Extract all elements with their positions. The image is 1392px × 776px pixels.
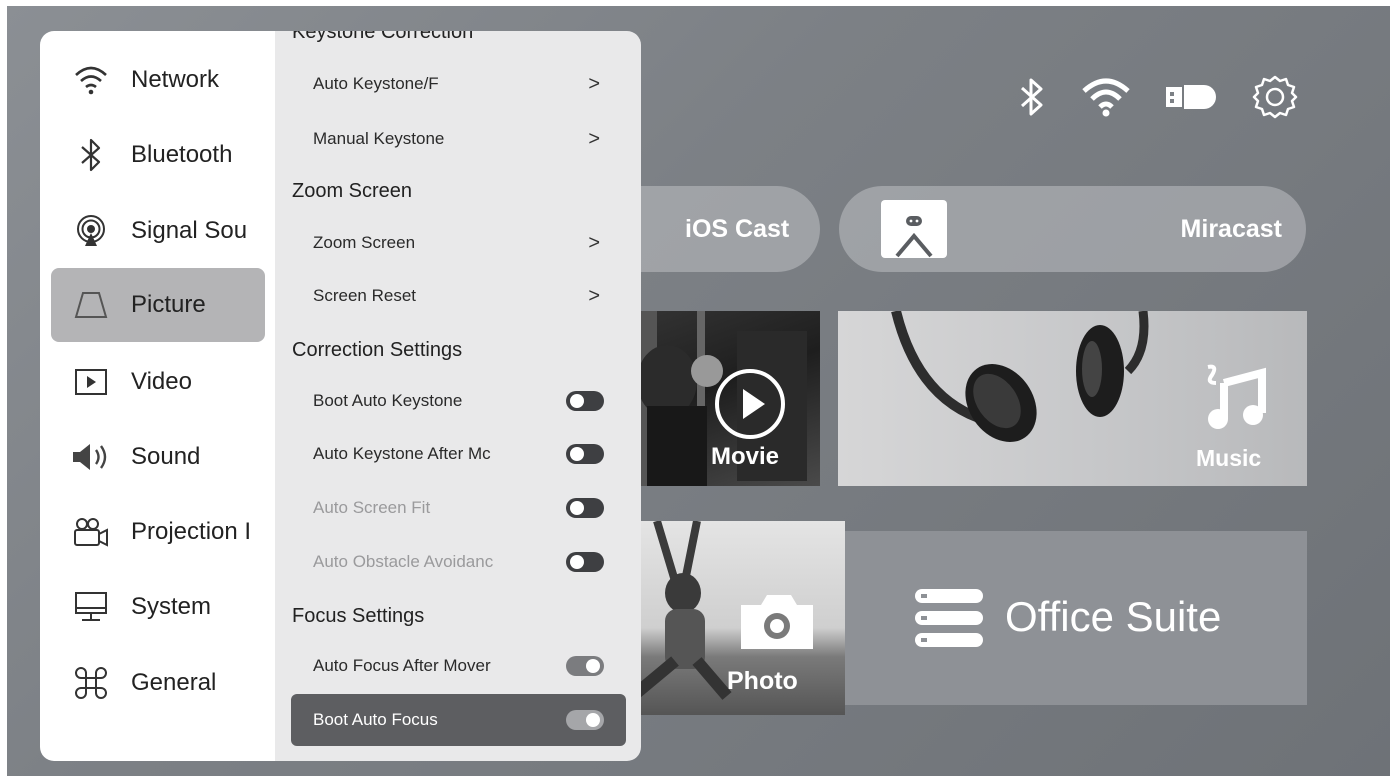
auto-focus-after-move-toggle[interactable]: [566, 656, 604, 676]
auto-focus-after-move-label: Auto Focus After Mover: [313, 656, 491, 675]
sidebar-item-label: Network: [131, 66, 220, 93]
auto-keystone-label: Auto Keystone/F: [313, 74, 439, 93]
screen-reset-row[interactable]: Screen Reset >: [291, 270, 626, 322]
play-icon: [715, 369, 785, 439]
zoom-screen-label: Zoom Screen: [313, 233, 416, 252]
sidebar-item-system[interactable]: System: [51, 570, 265, 644]
auto-focus-after-move-row[interactable]: Auto Focus After Mover: [291, 640, 626, 692]
office-suite-label: Office Suite: [1005, 593, 1222, 640]
sidebar-item-sound[interactable]: Sound: [51, 420, 265, 494]
sidebar-item-general[interactable]: General: [51, 646, 265, 720]
sidebar-item-label: Sound: [131, 443, 201, 470]
boot-auto-keystone-toggle[interactable]: [566, 391, 604, 411]
auto-screen-fit-label: Auto Screen Fit: [313, 498, 431, 517]
speaker-icon: [63, 442, 119, 472]
manual-keystone-label: Manual Keystone: [313, 129, 445, 148]
miracast-button[interactable]: Miracast: [839, 186, 1306, 272]
chevron-right-icon: >: [588, 284, 600, 307]
photo-label: Photo: [727, 667, 798, 695]
focus-settings-heading: Focus Settings: [292, 605, 425, 627]
manual-keystone-row[interactable]: Manual Keystone >: [291, 113, 626, 165]
miracast-icon: [881, 200, 947, 258]
auto-screen-fit-row[interactable]: Auto Screen Fit: [291, 482, 626, 534]
office-stack-icon: [911, 587, 987, 654]
submenu-content: Keystone Correction Auto Keystone/F > Ma…: [275, 31, 641, 761]
wifi-status-icon: [1075, 68, 1137, 126]
chevron-right-icon: >: [588, 72, 600, 95]
auto-obstacle-avoidance-row[interactable]: Auto Obstacle Avoidanc: [291, 536, 626, 588]
sidebar-item-label: Projection I: [131, 518, 252, 545]
miracast-label: Miracast: [1180, 214, 1282, 243]
movie-label: Movie: [711, 443, 780, 470]
sidebar-item-label: Video: [131, 368, 192, 395]
settings-gear-icon[interactable]: [1245, 68, 1305, 126]
auto-keystone-after-move-row[interactable]: Auto Keystone After Mc: [291, 428, 626, 480]
bluetooth-status-icon: [1007, 68, 1057, 126]
usb-drive-status-icon: [1159, 68, 1221, 126]
music-note-icon: [1200, 361, 1270, 440]
correction-settings-heading: Correction Settings: [292, 339, 463, 361]
boot-auto-focus-label: Boot Auto Focus: [313, 710, 438, 729]
keystone-correction-heading: Keystone Correction: [292, 31, 474, 43]
boot-auto-keystone-row[interactable]: Boot Auto Keystone: [291, 375, 626, 427]
chevron-right-icon: >: [588, 231, 600, 254]
signal-source-icon: [63, 215, 119, 247]
wifi-icon: [63, 65, 119, 95]
office-suite-tile[interactable]: Office Suite: [845, 531, 1307, 705]
bluetooth-icon: [63, 138, 119, 172]
screen-reset-label: Screen Reset: [313, 286, 416, 305]
sidebar-item-bluetooth[interactable]: Bluetooth: [51, 118, 265, 192]
chevron-right-icon: >: [588, 127, 600, 150]
auto-keystone-after-move-label: Auto Keystone After Mc: [313, 444, 491, 463]
zoom-screen-heading: Zoom Screen: [292, 180, 413, 202]
auto-keystone-row[interactable]: Auto Keystone/F >: [291, 58, 626, 110]
projector-icon: [63, 517, 119, 547]
headphones-photo: [891, 311, 1149, 442]
sidebar-item-label: System: [131, 593, 212, 620]
sidebar-item-label: General: [131, 669, 217, 696]
picture-trapezoid-icon: [63, 291, 119, 319]
auto-keystone-after-move-toggle[interactable]: [566, 444, 604, 464]
boot-auto-focus-row[interactable]: Boot Auto Focus: [291, 694, 626, 746]
auto-screen-fit-toggle[interactable]: [566, 498, 604, 518]
zoom-screen-row[interactable]: Zoom Screen >: [291, 217, 626, 269]
sidebar-item-label: Bluetooth: [131, 141, 233, 168]
auto-obstacle-avoidance-label: Auto Obstacle Avoidanc: [313, 552, 494, 571]
sidebar-item-video[interactable]: Video: [51, 345, 265, 419]
boot-auto-focus-toggle[interactable]: [566, 710, 604, 730]
music-label: Music: [1196, 445, 1262, 471]
sidebar-item-projection[interactable]: Projection I: [51, 495, 265, 569]
sidebar-item-label: Picture: [131, 291, 206, 318]
boot-auto-keystone-label: Boot Auto Keystone: [313, 391, 463, 410]
video-play-icon: [63, 369, 119, 395]
camera-icon: [735, 591, 819, 658]
sidebar-item-signal-source[interactable]: Signal Sou: [51, 194, 265, 268]
sidebar-item-picture[interactable]: Picture: [51, 268, 265, 342]
monitor-icon: [63, 591, 119, 623]
auto-obstacle-avoidance-toggle[interactable]: [566, 552, 604, 572]
music-tile[interactable]: Music: [838, 311, 1307, 486]
command-icon: [63, 667, 119, 699]
sidebar-item-label: Signal Sou: [131, 217, 248, 244]
ios-cast-label: iOS Cast: [685, 214, 790, 243]
sidebar-item-network[interactable]: Network: [51, 43, 265, 117]
